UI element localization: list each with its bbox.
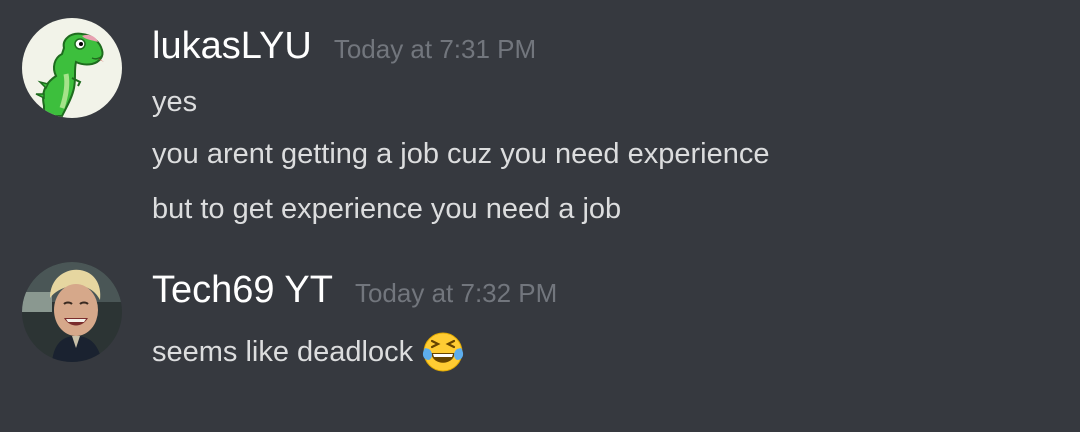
username[interactable]: lukasLYU — [152, 18, 312, 74]
user-avatar[interactable] — [22, 262, 122, 362]
username[interactable]: Tech69 YT — [152, 262, 333, 318]
user-avatar[interactable] — [22, 18, 122, 118]
message-text-row: seems like deadlock — [152, 330, 465, 374]
timestamp: Today at 7:31 PM — [333, 34, 537, 64]
tears-of-joy-icon — [421, 330, 465, 374]
chat-message-list: lukasLYU Today at 7:31 PM yes you arent … — [0, 0, 1080, 432]
message-header: Tech69 YT Today at 7:32 PM — [152, 262, 557, 322]
message-text: but to get experience you need a job — [152, 193, 622, 225]
message-text: seems like deadlock — [152, 336, 414, 368]
timestamp: Today at 7:32 PM — [354, 278, 558, 308]
green-dinosaur-icon — [22, 18, 122, 118]
smiling-man-photo-icon — [22, 262, 122, 362]
message-header: lukasLYU Today at 7:31 PM — [152, 18, 536, 78]
message-text: yes — [152, 86, 198, 118]
message-text: you arent getting a job cuz you need exp… — [152, 138, 770, 170]
